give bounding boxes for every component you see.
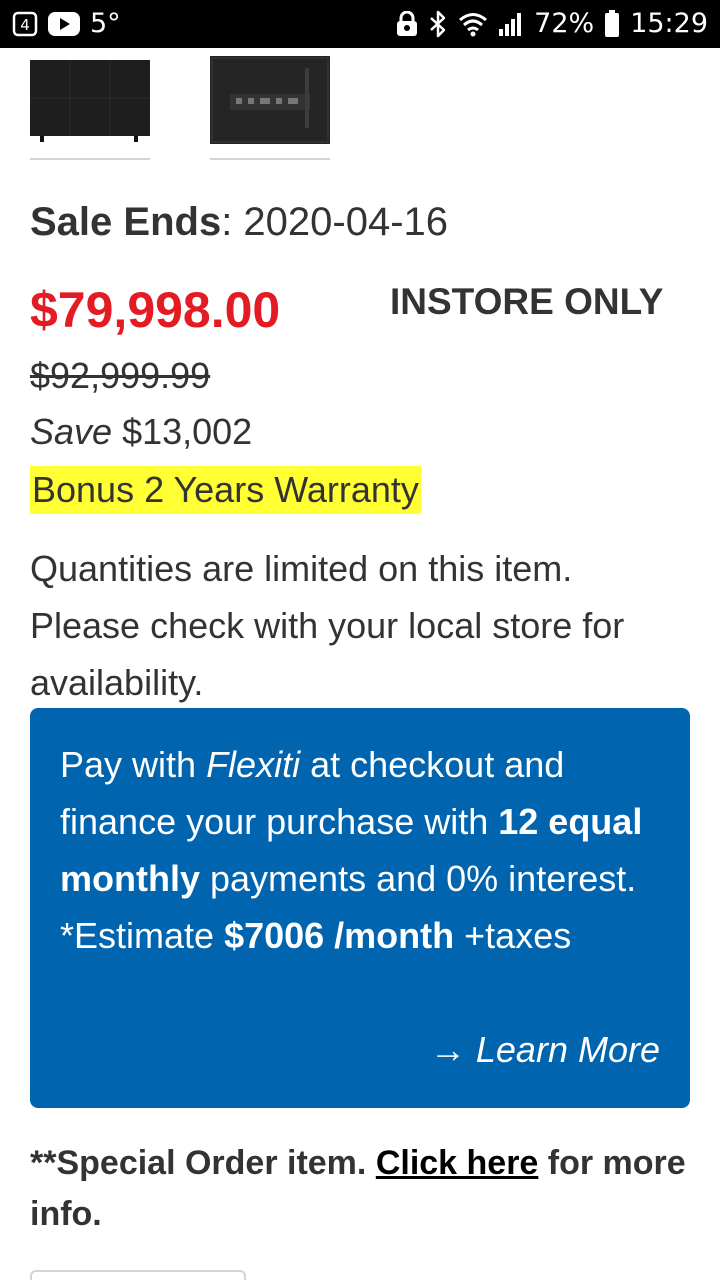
thumbnail-underline <box>210 158 330 160</box>
status-bar: 4 5° 72% 15:29 <box>0 0 720 48</box>
thumbnail-front[interactable] <box>30 48 150 162</box>
save-label: Save <box>30 411 113 452</box>
special-order-note: **Special Order item. Click here for mor… <box>30 1138 690 1240</box>
sale-ends: Sale Ends: 2020-04-16 <box>30 198 448 246</box>
financing-text-part: +taxes <box>454 915 572 956</box>
status-bar-left: 4 5° <box>12 8 121 40</box>
bluetooth-icon <box>428 10 448 38</box>
product-thumbnails <box>30 48 430 164</box>
tv-front-image <box>30 60 150 142</box>
battery-icon <box>604 10 620 38</box>
tv-back-image <box>210 56 330 144</box>
quantity-note: Quantities are limited on this item. Ple… <box>30 548 625 703</box>
sale-ends-date: : 2020-04-16 <box>221 200 449 244</box>
special-order-prefix: **Special Order item. <box>30 1144 376 1182</box>
flexiti-brand: Flexiti <box>206 744 301 785</box>
monthly-estimate: $7006 /month <box>224 915 455 956</box>
current-price: $79,998.00 <box>30 282 281 338</box>
original-price: $92,999.99 <box>30 355 211 396</box>
signal-icon <box>498 11 524 37</box>
clock: 15:29 <box>630 8 708 39</box>
click-here-link[interactable]: Click here <box>376 1144 539 1182</box>
availability-badge: INSTORE ONLY <box>390 281 664 322</box>
battery-percent: 72% <box>534 8 595 39</box>
temperature: 5° <box>90 8 121 39</box>
lock-icon <box>396 11 418 37</box>
sale-ends-label: Sale Ends <box>30 200 222 244</box>
thumbnail-back[interactable] <box>210 48 330 162</box>
svg-text:4: 4 <box>20 16 30 34</box>
youtube-icon <box>48 12 80 36</box>
thumbnail-underline <box>30 158 150 160</box>
bonus-warranty: Bonus 2 Years Warranty <box>30 466 421 514</box>
flexiti-financing-box: Pay with Flexiti at checkout and finance… <box>30 708 690 1108</box>
savings: Save $13,002 <box>30 410 252 454</box>
bottom-button-partial[interactable] <box>30 1270 246 1280</box>
wifi-icon <box>458 11 488 37</box>
financing-text: Pay with Flexiti at checkout and finance… <box>60 736 660 964</box>
notification-icon: 4 <box>12 11 38 37</box>
status-bar-right: 72% 15:29 <box>396 8 708 40</box>
save-amount: $13,002 <box>112 411 253 452</box>
learn-more-link[interactable]: → Learn More <box>430 1026 660 1074</box>
financing-text-part: Pay with <box>60 744 207 785</box>
